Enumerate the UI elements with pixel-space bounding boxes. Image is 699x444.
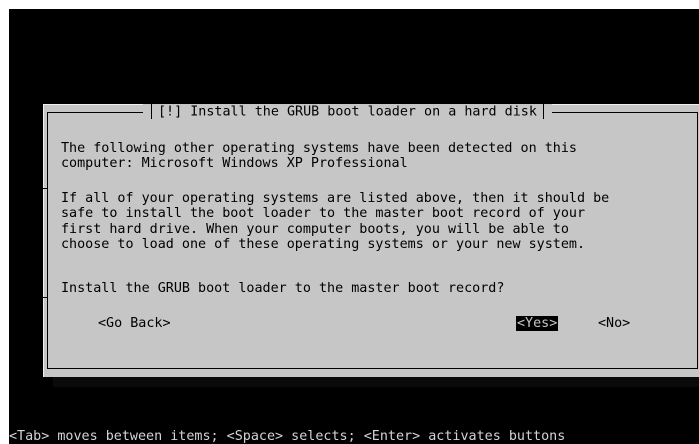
dialog-title-text: [!] Install the GRUB boot loader on a ha…	[158, 104, 537, 120]
detected-os-text: The following other operating systems ha…	[61, 141, 577, 172]
dialog-title: [!] Install the GRUB boot loader on a ha…	[143, 104, 552, 120]
yes-button[interactable]: <Yes>	[516, 316, 559, 332]
frame-decoration	[41, 188, 48, 298]
installer-screen: [!] Install the GRUB boot loader on a ha…	[9, 9, 699, 444]
explanation-text: If all of your operating systems are lis…	[61, 191, 610, 253]
no-button[interactable]: <No>	[598, 316, 630, 331]
status-line: <Tab> moves between items; <Space> selec…	[9, 429, 566, 444]
grub-install-dialog: [!] Install the GRUB boot loader on a ha…	[41, 104, 699, 377]
go-back-button[interactable]: <Go Back>	[98, 316, 171, 331]
dialog-frame: [!] Install the GRUB boot loader on a ha…	[41, 104, 698, 369]
question-text: Install the GRUB boot loader to the mast…	[61, 281, 505, 296]
